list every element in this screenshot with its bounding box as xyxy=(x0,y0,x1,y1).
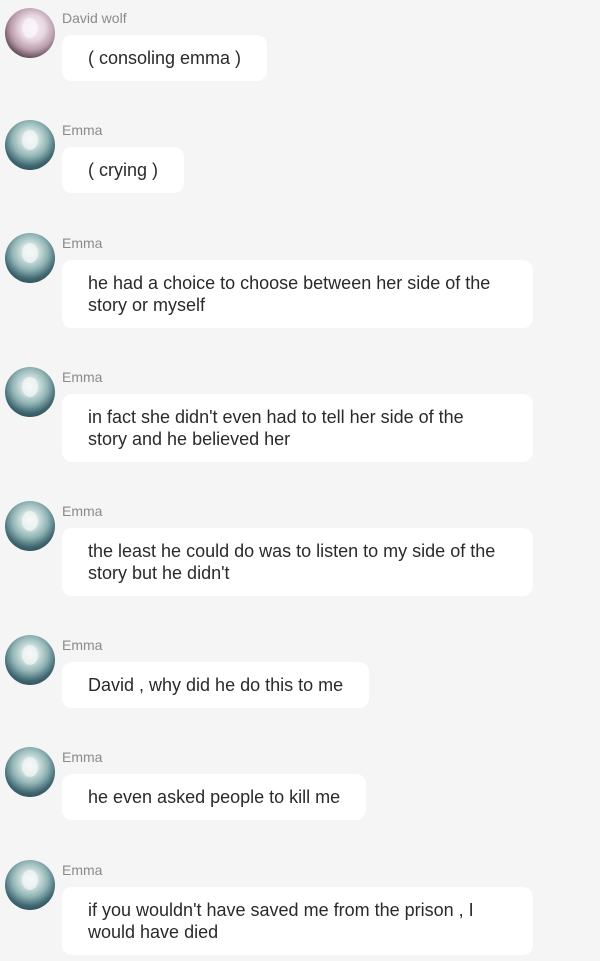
message-bubble[interactable]: he had a choice to choose between her si… xyxy=(62,260,533,328)
sender-name: Emma xyxy=(62,369,103,385)
sender-name: Emma xyxy=(62,637,103,653)
avatar-face xyxy=(22,18,38,38)
sender-name: Emma xyxy=(62,122,103,138)
avatar-face xyxy=(22,511,38,531)
sender-name: David wolf xyxy=(62,10,127,26)
message-bubble[interactable]: ( crying ) xyxy=(62,147,185,193)
message-bubble[interactable]: if you wouldn't have saved me from the p… xyxy=(62,887,533,955)
sender-name: Emma xyxy=(62,503,103,519)
message-bubble[interactable]: David , why did he do this to me xyxy=(62,662,370,708)
avatar[interactable] xyxy=(5,120,55,170)
avatar[interactable] xyxy=(5,635,55,685)
message-bubble[interactable]: the least he could do was to listen to m… xyxy=(62,528,533,596)
message-bubble[interactable]: he even asked people to kill me xyxy=(62,774,367,820)
message-bubble[interactable]: in fact she didn't even had to tell her … xyxy=(62,394,533,462)
avatar-face xyxy=(22,243,38,263)
avatar-face xyxy=(22,130,38,150)
avatar-face xyxy=(22,757,38,777)
avatar-face xyxy=(22,377,38,397)
avatar[interactable] xyxy=(5,747,55,797)
avatar[interactable] xyxy=(5,860,55,910)
avatar[interactable] xyxy=(5,501,55,551)
sender-name: Emma xyxy=(62,862,103,878)
sender-name: Emma xyxy=(62,235,103,251)
avatar[interactable] xyxy=(5,367,55,417)
message-bubble[interactable]: ( consoling emma ) xyxy=(62,35,268,81)
avatar[interactable] xyxy=(5,8,55,58)
avatar-face xyxy=(22,870,38,890)
chat-thread: David wolf ( consoling emma ) Emma ( cry… xyxy=(0,0,600,961)
avatar-face xyxy=(22,645,38,665)
avatar[interactable] xyxy=(5,233,55,283)
sender-name: Emma xyxy=(62,749,103,765)
